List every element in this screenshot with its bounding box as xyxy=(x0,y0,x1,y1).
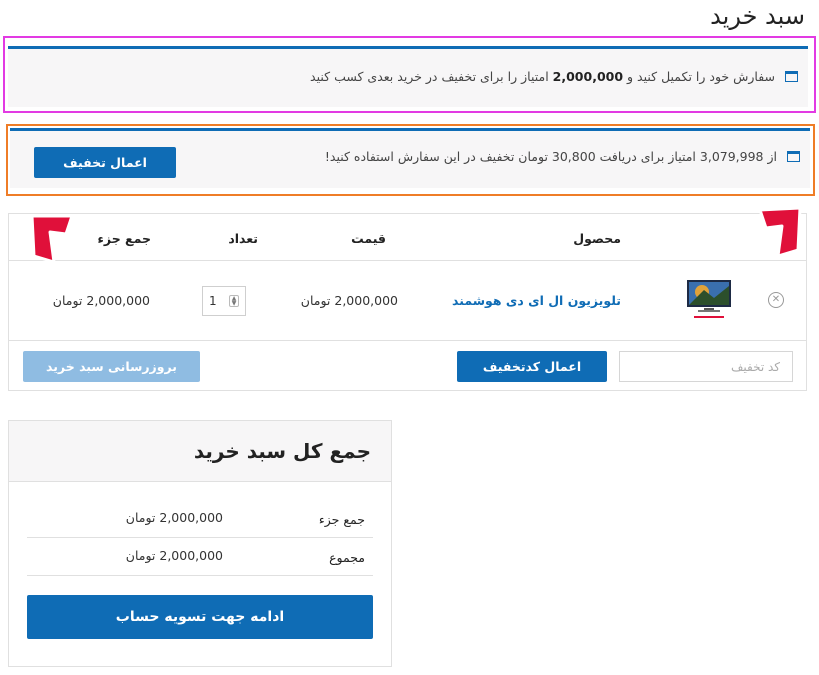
totals-subtotal-label: جمع جزء xyxy=(318,512,365,527)
corner-arrow-right-icon xyxy=(758,206,802,258)
corner-arrow-left-icon xyxy=(30,214,74,264)
tv-thumbnail-image[interactable] xyxy=(684,278,734,322)
item-price: 2,000,000 تومان xyxy=(300,293,398,308)
item-subtotal: 2,000,000 تومان xyxy=(52,293,150,308)
coupon-code-input[interactable]: کد تخفیف xyxy=(619,351,793,382)
product-link[interactable]: تلویزیون ال ای دی هوشمند xyxy=(452,293,621,308)
page-title: سبد خرید xyxy=(710,2,805,30)
header-product: محصول xyxy=(573,231,621,246)
header-price: قیمت xyxy=(351,231,386,246)
cart-totals-title: جمع کل سبد خرید xyxy=(9,421,391,482)
cart-item-row: ✕ تلویزیون ال ای دی هوشمند 2,000,000 توم… xyxy=(9,261,806,341)
cart-table: محصول قیمت تعداد جمع جزء ✕ تلویزیون ال ا… xyxy=(8,213,807,391)
totals-subtotal-row: جمع جزء 2,000,000 تومان xyxy=(27,500,373,538)
header-quantity: تعداد xyxy=(228,231,258,246)
proceed-to-checkout-button[interactable]: ادامه جهت تسویه حساب xyxy=(27,595,373,639)
cart-totals-box: جمع کل سبد خرید جمع جزء 2,000,000 تومان … xyxy=(8,420,392,667)
spinner-icon[interactable]: ▲ ▼ xyxy=(229,295,239,307)
totals-total-row: مجموع 2,000,000 تومان xyxy=(27,538,373,576)
highlight-box-orange xyxy=(6,124,815,196)
totals-subtotal-value: 2,000,000 تومان xyxy=(125,510,223,525)
highlight-box-pink xyxy=(3,36,816,113)
remove-item-icon[interactable]: ✕ xyxy=(768,292,784,308)
quantity-value: 1 xyxy=(209,294,217,308)
cart-table-header: محصول قیمت تعداد جمع جزء xyxy=(9,214,806,261)
totals-total-value: 2,000,000 تومان xyxy=(125,548,223,563)
totals-total-label: مجموع xyxy=(329,550,365,565)
update-cart-button[interactable]: بروزرسانی سبد خرید xyxy=(23,351,200,382)
quantity-stepper[interactable]: ▲ ▼ 1 xyxy=(202,286,246,316)
apply-coupon-button[interactable]: اعمال کدتخفیف xyxy=(457,351,607,382)
header-subtotal: جمع جزء xyxy=(97,231,151,246)
